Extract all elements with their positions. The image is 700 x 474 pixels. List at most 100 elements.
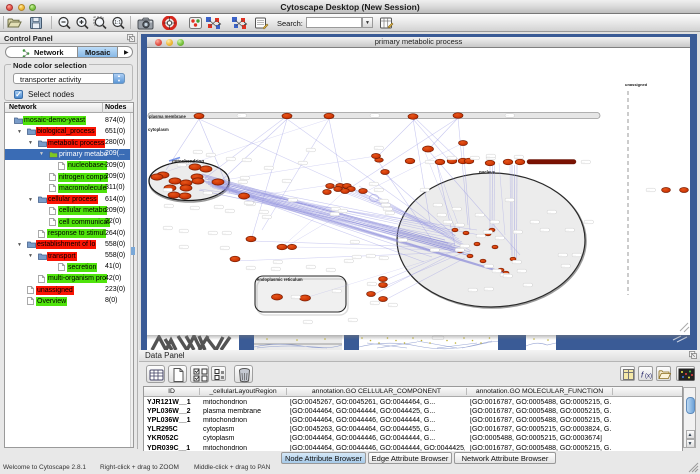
svg-text:···: ··· [327, 269, 330, 272]
svg-text:···: ··· [471, 157, 474, 160]
svg-text:···: ··· [548, 211, 551, 214]
svg-text:···: ··· [351, 241, 354, 244]
svg-text:···: ··· [493, 270, 496, 273]
svg-text:···: ··· [448, 157, 451, 160]
svg-text:···: ··· [243, 159, 246, 162]
svg-text:···: ··· [582, 161, 585, 164]
svg-text:···: ··· [375, 189, 378, 192]
svg-text:endoplasmic reticulum: endoplasmic reticulum [257, 277, 303, 282]
svg-text:···: ··· [426, 161, 429, 164]
svg-text:···: ··· [380, 200, 383, 203]
svg-text:···: ··· [477, 235, 480, 238]
svg-text:···: ··· [215, 206, 218, 209]
svg-text:···: ··· [485, 265, 488, 268]
svg-text:···: ··· [332, 208, 335, 211]
svg-text:···: ··· [345, 260, 348, 263]
svg-text:···: ··· [531, 221, 534, 224]
svg-text:···: ··· [194, 151, 197, 154]
svg-text:···: ··· [456, 249, 459, 252]
svg-text:···: ··· [164, 189, 167, 192]
svg-text:···: ··· [263, 216, 266, 219]
svg-text:···: ··· [307, 266, 310, 269]
svg-text:···: ··· [562, 265, 565, 268]
svg-text:···: ··· [178, 164, 181, 167]
svg-text:···: ··· [491, 221, 494, 224]
svg-text:···: ··· [333, 290, 336, 293]
svg-text:···: ··· [209, 232, 212, 235]
svg-text:···: ··· [260, 211, 263, 214]
svg-text:f: f [641, 371, 644, 380]
svg-text:(x): (x) [645, 374, 652, 380]
svg-text:···: ··· [461, 245, 464, 248]
svg-text:···: ··· [207, 154, 210, 157]
svg-text:···: ··· [566, 229, 569, 232]
svg-text:cytoplasm: cytoplasm [148, 127, 169, 132]
svg-text:···: ··· [515, 156, 518, 159]
svg-text:···: ··· [524, 284, 527, 287]
svg-text:···: ··· [386, 212, 389, 215]
svg-text:···: ··· [223, 232, 226, 235]
svg-text:···: ··· [647, 189, 650, 192]
svg-text:···: ··· [204, 192, 207, 195]
svg-text:···: ··· [384, 208, 387, 211]
svg-text:···: ··· [585, 221, 588, 224]
svg-text:···: ··· [518, 270, 521, 273]
svg-text:···: ··· [476, 214, 479, 217]
svg-text:···: ··· [506, 115, 509, 118]
svg-text:···: ··· [241, 177, 244, 180]
svg-text:···: ··· [221, 247, 224, 250]
svg-text:···: ··· [484, 231, 487, 234]
svg-text:···: ··· [304, 321, 307, 324]
svg-text:···: ··· [453, 208, 456, 211]
svg-text:···: ··· [504, 275, 507, 278]
svg-text:···: ··· [238, 115, 241, 118]
svg-text:···: ··· [353, 256, 356, 259]
svg-text:···: ··· [371, 302, 374, 305]
svg-text:···: ··· [247, 267, 250, 270]
svg-text:···: ··· [469, 289, 472, 292]
svg-text:···: ··· [444, 221, 447, 224]
svg-text:plasma membrane: plasma membrane [149, 114, 186, 119]
svg-text:···: ··· [299, 162, 302, 165]
svg-text:···: ··· [456, 224, 459, 227]
svg-text:···: ··· [399, 239, 402, 242]
svg-text:···: ··· [164, 227, 167, 230]
svg-text:unassigned: unassigned [625, 82, 648, 87]
svg-text:···: ··· [370, 183, 373, 186]
svg-text:···: ··· [421, 189, 424, 192]
svg-text:···: ··· [434, 204, 437, 207]
svg-text:···: ··· [513, 261, 516, 264]
svg-text:···: ··· [371, 115, 374, 118]
svg-text:···: ··· [307, 149, 310, 152]
svg-text:···: ··· [289, 199, 292, 202]
svg-text:···: ··· [485, 288, 488, 291]
svg-text:···: ··· [180, 230, 183, 233]
svg-text:···: ··· [180, 246, 183, 249]
svg-text:···: ··· [382, 204, 385, 207]
svg-text:···: ··· [339, 210, 342, 213]
svg-text:···: ··· [389, 304, 392, 307]
svg-text:···: ··· [367, 255, 370, 258]
svg-text:···: ··· [514, 231, 517, 234]
svg-text:···: ··· [292, 296, 295, 299]
svg-text:···: ··· [496, 237, 499, 240]
svg-text:···: ··· [272, 268, 275, 271]
svg-text:···: ··· [487, 155, 490, 158]
svg-text:···: ··· [274, 261, 277, 264]
svg-text:···: ··· [541, 229, 544, 232]
svg-text:···: ··· [380, 257, 383, 260]
svg-text:···: ··· [331, 213, 334, 216]
svg-text:···: ··· [375, 147, 378, 150]
svg-text:1:1: 1:1 [114, 20, 121, 26]
svg-text:···: ··· [165, 205, 168, 208]
svg-text:nucleus: nucleus [479, 170, 496, 175]
svg-text:···: ··· [191, 207, 194, 210]
svg-text:···: ··· [506, 199, 509, 202]
svg-text:···: ··· [283, 180, 286, 183]
svg-text:···: ··· [431, 249, 434, 252]
svg-text:···: ··· [265, 167, 268, 170]
svg-text:···: ··· [559, 254, 562, 257]
svg-text:···: ··· [573, 254, 576, 257]
svg-text:···: ··· [226, 210, 229, 213]
svg-text:···: ··· [368, 283, 371, 286]
